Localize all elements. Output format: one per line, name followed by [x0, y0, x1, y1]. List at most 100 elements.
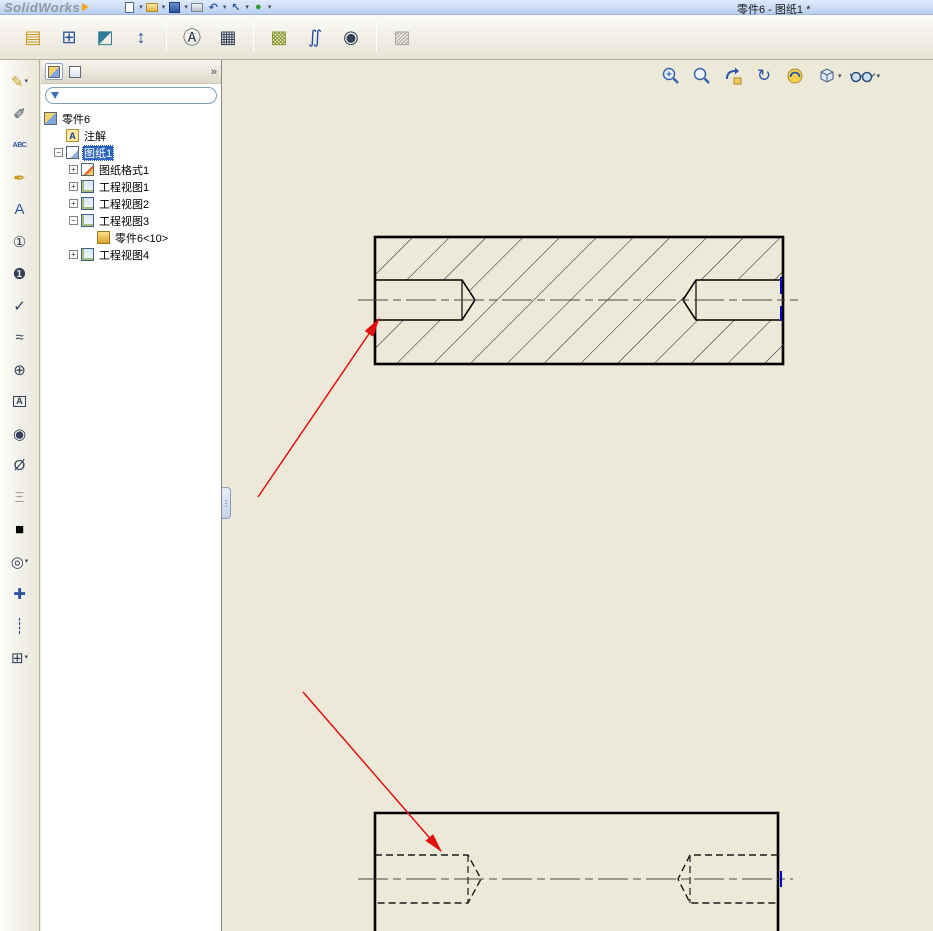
tree-item-sheet1[interactable]: − 图纸1 — [41, 144, 221, 161]
drawing-canvas[interactable]: ⋮ ↻ ▾ ▾ — [222, 60, 933, 931]
break-view-icon[interactable]: ∬ — [300, 21, 330, 53]
dowel-glyph: ◎ — [10, 553, 24, 571]
tree-expander[interactable]: − — [54, 148, 63, 157]
view-orientation-icon[interactable]: ▾ — [814, 64, 843, 88]
save-disk-glyph — [169, 1, 181, 13]
standard-3view-icon[interactable]: ▦ — [213, 21, 243, 53]
leader-arrows[interactable] — [257, 317, 442, 853]
drawings-toolbar: ▤ ⊞ ◩ ↕ Ⓐ ▦ ▩ ∬ ◉ ▨ — [0, 15, 933, 60]
property-manager-tab[interactable] — [66, 63, 84, 80]
tree-expander[interactable]: + — [69, 250, 78, 259]
smart-dimension-glyph: ✎ — [10, 73, 24, 91]
tree-expander[interactable]: + — [69, 182, 78, 191]
feature-manager-panel: » 零件6 A 注解 − 图纸1 + 图纸格式1 + 工程视图1 + 工程视图2… — [41, 60, 222, 931]
solidworks-window: SolidWorks ▾ ▾ ▾ ↶ ▾ ↖ ▾ ● ▾ 零件6 - 图纸1 *… — [0, 0, 933, 931]
auto-balloon-icon[interactable]: ❶ — [5, 262, 35, 285]
new-document-icon[interactable] — [123, 1, 136, 14]
hole-callout-icon[interactable]: Ø — [5, 454, 35, 477]
spell-check-icon[interactable]: ABC — [5, 134, 35, 157]
open-icon[interactable] — [146, 1, 159, 14]
note-pencil-icon[interactable]: ✐ — [5, 102, 35, 125]
table-caret-icon[interactable]: ▾ — [25, 654, 29, 661]
smart-dimension-icon[interactable]: ✎ ▾ — [5, 70, 35, 93]
alternate-position-view-icon[interactable]: ▨ — [387, 21, 417, 53]
center-mark-icon[interactable]: ✚ — [5, 582, 35, 605]
feature-manager-tab-icon — [48, 65, 60, 78]
dowel-caret-icon[interactable]: ▾ — [25, 558, 29, 565]
toolbar-separator — [166, 22, 167, 52]
drawing-view-icon — [81, 180, 94, 193]
dowel-pin-symbol-icon[interactable]: ◎ ▾ — [5, 550, 35, 573]
options-caret-icon[interactable]: ▾ — [268, 4, 272, 11]
drawing-view-section[interactable] — [358, 235, 798, 366]
smart-dimension-caret-icon[interactable]: ▾ — [25, 78, 29, 85]
tree-expander[interactable]: + — [69, 165, 78, 174]
toolbar-separator — [253, 22, 254, 52]
save-caret-icon[interactable]: ▾ — [184, 4, 188, 11]
feature-manager-tab[interactable] — [45, 63, 63, 80]
leader-arrow-top[interactable] — [257, 317, 380, 498]
open-caret-icon[interactable]: ▾ — [162, 4, 166, 11]
tree-item-drawing-view1[interactable]: + 工程视图1 — [41, 178, 221, 195]
drawing-view-icon — [81, 248, 94, 261]
note-icon[interactable]: A — [5, 198, 35, 221]
zoom-fit-icon[interactable] — [690, 64, 714, 88]
tree-item-drawing-view4[interactable]: + 工程视图4 — [41, 246, 221, 263]
view-orientation-caret-icon[interactable]: ▾ — [838, 73, 842, 80]
centerline-icon[interactable]: ┊ — [5, 614, 35, 637]
detail-view-icon[interactable]: Ⓐ — [177, 21, 207, 53]
datum-target-icon[interactable]: ◉ — [5, 422, 35, 445]
leader-arrow-bottom[interactable] — [302, 691, 442, 853]
geometric-tolerance-icon[interactable]: ⊕ — [5, 358, 35, 381]
new-caret-icon[interactable]: ▾ — [139, 4, 143, 11]
datum-feature-icon[interactable]: A — [5, 390, 35, 413]
undo-icon[interactable]: ↶ — [207, 1, 220, 14]
hide-show-caret-icon[interactable]: ▾ — [876, 73, 880, 80]
tree-item-sheet-format1[interactable]: + 图纸格式1 — [41, 161, 221, 178]
hide-show-items-icon[interactable]: ▾ — [849, 64, 881, 88]
annotation-toolbar: ✎ ▾ ✐ ABC ✒ A ① ❶ ✓ ≈ ⊕ A ◉ Ø Ξ ■ ◎ ▾ ✚ ┊ … — [0, 60, 40, 931]
panel-splitter-handle[interactable]: ⋮ — [222, 487, 231, 519]
select-caret-icon[interactable]: ▾ — [245, 4, 249, 11]
projected-view-icon[interactable]: ⊞ — [54, 21, 84, 53]
zoom-in-icon[interactable] — [659, 64, 683, 88]
tree-item-label-selected: 图纸1 — [82, 144, 115, 161]
tree-item-root[interactable]: 零件6 — [41, 110, 221, 127]
surface-finish-icon[interactable]: ✓ — [5, 294, 35, 317]
section-view-icon[interactable]: ↕ — [126, 21, 156, 53]
heads-up-view-toolbar: ↻ ▾ ▾ — [659, 64, 881, 88]
cosmetic-thread-icon[interactable]: Ξ — [5, 486, 35, 509]
tree-item-part-instance[interactable]: 零件6<10> — [41, 229, 221, 246]
model-view-icon[interactable]: ▤ — [18, 21, 48, 53]
save-icon[interactable] — [168, 1, 181, 14]
tree-item-drawing-view3[interactable]: − 工程视图3 — [41, 212, 221, 229]
panel-overflow-chevron[interactable]: » — [211, 66, 217, 78]
balloon-icon[interactable]: ① — [5, 230, 35, 253]
table-icon[interactable]: ⊞ ▾ — [5, 646, 35, 669]
open-folder-glyph — [146, 2, 159, 12]
rotate-view-icon[interactable]: ↻ — [752, 64, 776, 88]
previous-view-icon[interactable] — [721, 64, 745, 88]
print-icon[interactable] — [191, 1, 204, 14]
area-hatch-icon[interactable]: ■ — [5, 518, 35, 541]
tree-expander[interactable]: + — [69, 199, 78, 208]
undo-caret-icon[interactable]: ▾ — [223, 4, 227, 11]
tree-item-label: 工程视图4 — [99, 249, 150, 262]
tree-expander[interactable]: − — [69, 216, 78, 225]
weld-symbol-icon[interactable]: ≈ — [5, 326, 35, 349]
auxiliary-view-icon[interactable]: ◩ — [90, 21, 120, 53]
tree-item-drawing-view2[interactable]: + 工程视图2 — [41, 195, 221, 212]
broken-out-section-icon[interactable]: ▩ — [264, 21, 294, 53]
tree-item-annotations[interactable]: A 注解 — [41, 127, 221, 144]
tree-item-label: 零件6 — [62, 113, 91, 126]
view-settings-icon[interactable] — [783, 64, 807, 88]
filter-input[interactable] — [63, 89, 211, 102]
new-doc-glyph — [125, 1, 135, 13]
tree-filter-box[interactable] — [45, 87, 217, 104]
printer-glyph — [191, 2, 204, 12]
select-cursor-icon[interactable]: ↖ — [229, 1, 242, 14]
part-icon — [97, 231, 110, 244]
render-sphere-icon[interactable]: ● — [252, 1, 265, 14]
crop-view-icon[interactable]: ◉ — [336, 21, 366, 53]
format-painter-icon[interactable]: ✒ — [5, 166, 35, 189]
